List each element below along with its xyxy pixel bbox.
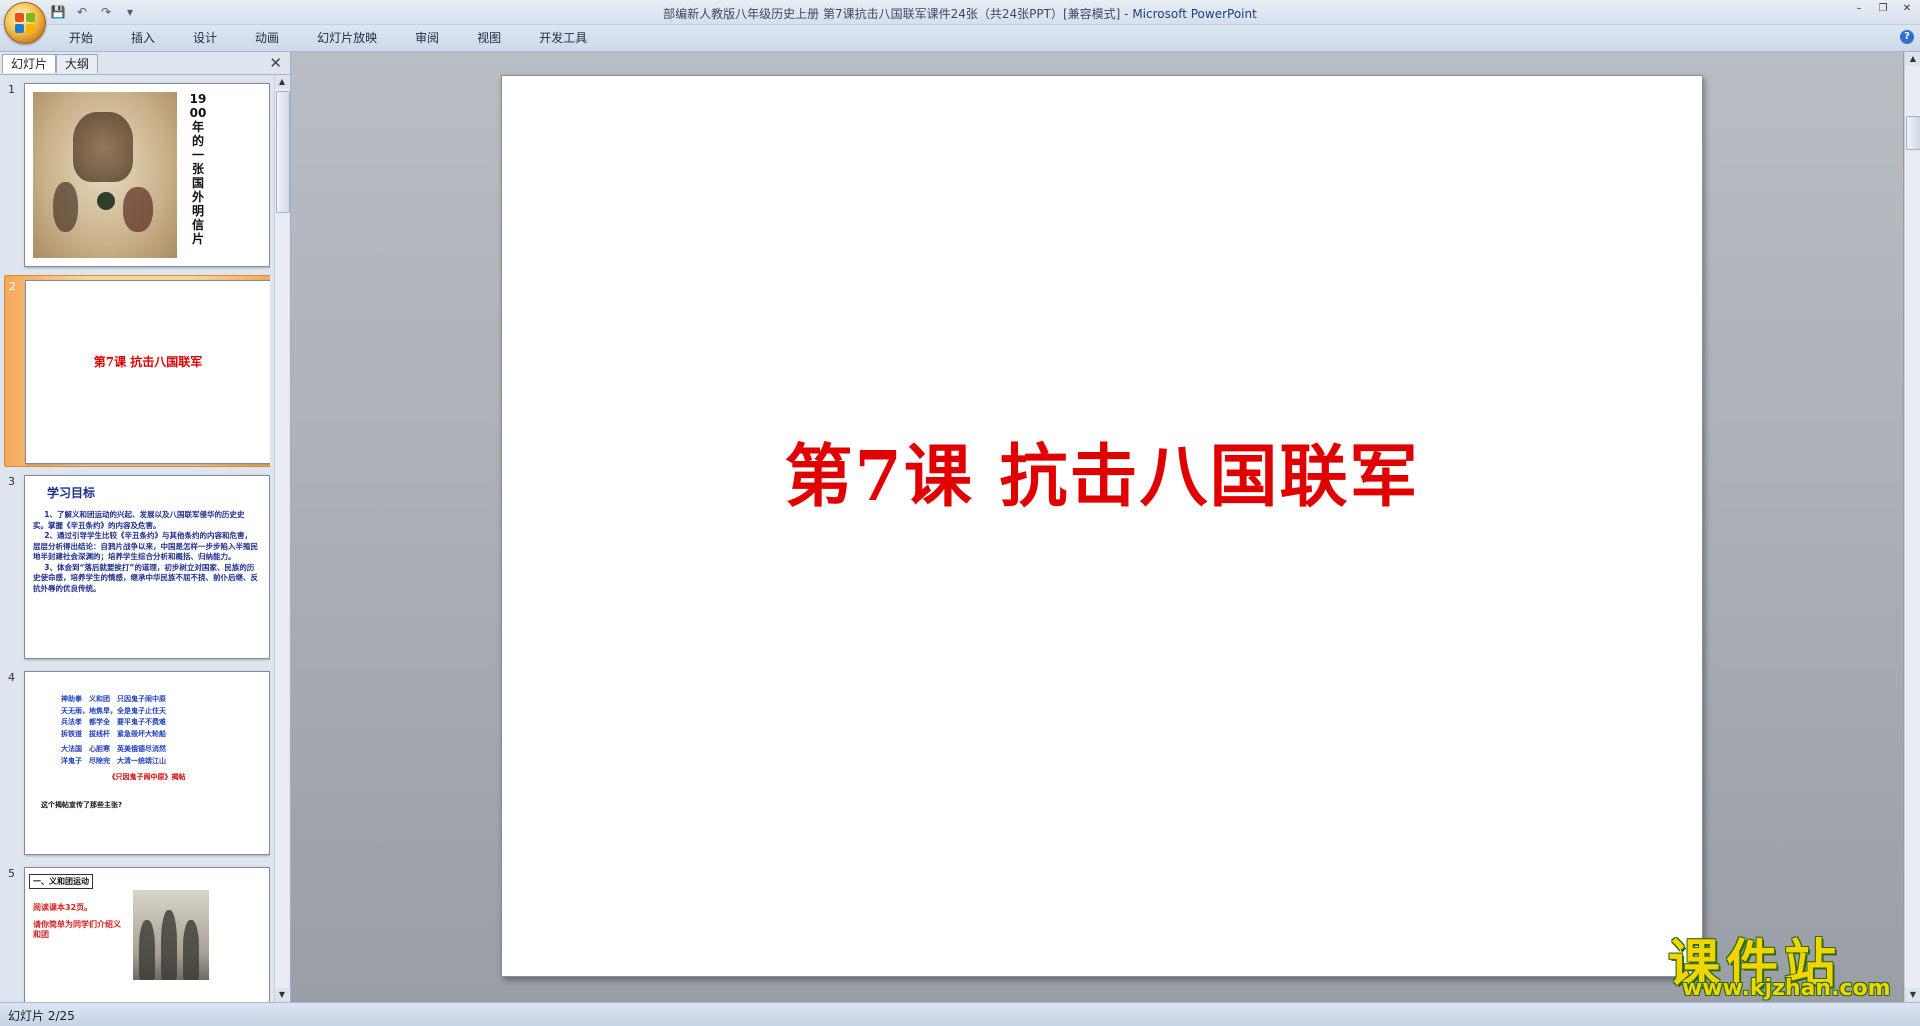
office-logo-icon	[15, 13, 35, 33]
tab-slideshow[interactable]: 幻灯片放映	[298, 30, 396, 46]
app-name: Microsoft PowerPoint	[1132, 7, 1257, 21]
slide-3-heading: 学习目标	[47, 486, 96, 500]
slide-4-poem: 神助拳 义和团 只因鬼子闹中原 天无雨，地焦旱，全是鬼子止住天 兵法孝 都学全 …	[61, 694, 201, 767]
slide-1-title: 1900年的一张国外明信片	[189, 92, 207, 246]
scroll-up-icon[interactable]: ▲	[275, 75, 289, 89]
tab-developer[interactable]: 开发工具	[520, 30, 606, 46]
poem-line: 神助拳 义和团 只因鬼子闹中原	[61, 695, 166, 703]
boxer-photo	[133, 890, 209, 980]
poem-line: 天无雨，地焦旱，全是鬼子止住天	[61, 706, 166, 715]
slide-2-title: 第7课 抗击八国联军	[93, 355, 203, 369]
slides-pane: 幻灯片 大纲 ✕ 1 1900年的一张国外明信片 2 第7课 抗击八国联军 3	[0, 52, 291, 1002]
slide-1-preview: 1900年的一张国外明信片	[24, 83, 270, 267]
objective-2: 2、通过引导学生比较《辛丑条约》与其他条约的内容和危害，层层分析得出结论：自鸦片…	[33, 531, 258, 561]
slide-3-body: 1、了解义和团运动的兴起、发展以及八国联军侵华的历史史实。掌握《辛丑条约》的内容…	[33, 510, 259, 594]
slide-5-line-1: 阅读课本32页。	[33, 903, 93, 912]
scroll-thumb[interactable]	[276, 91, 290, 213]
tab-slides[interactable]: 幻灯片	[2, 54, 57, 73]
thumbnail-number: 3	[8, 475, 15, 488]
close-button[interactable]: ✕	[1898, 2, 1916, 16]
tab-review[interactable]: 审阅	[396, 30, 458, 46]
tab-outline[interactable]: 大纲	[56, 54, 99, 73]
title-separator: -	[1120, 7, 1133, 21]
slide-4-caption: 《只因鬼子闹中原》揭帖	[108, 773, 186, 781]
ribbon-tab-bar: 开始 插入 设计 动画 幻灯片放映 审阅 视图 开发工具 ?	[0, 25, 1920, 52]
window-controls: – ❐ ✕	[1850, 2, 1916, 16]
slide-3-preview: 学习目标 1、了解义和团运动的兴起、发展以及八国联军侵华的历史史实。掌握《辛丑条…	[24, 475, 270, 659]
thumbnail-number: 4	[8, 671, 15, 684]
slide-5-line-2: 请你简单为同学们介绍义和团	[33, 920, 121, 939]
title-bar: 💾 ↶ ↷ ▾ 部编新人教版八年级历史上册 第7课抗击八国联军课件24张（共24…	[0, 0, 1920, 44]
tab-animations[interactable]: 动画	[236, 30, 298, 46]
watermark-url: www.kjzhan.com	[1682, 976, 1891, 1001]
office-button[interactable]	[4, 2, 46, 44]
poem-line: 大法国 心胆寒 英美俄德尽消然	[61, 745, 166, 753]
watermark-logo: 课件站 www.kjzhan.com	[1668, 922, 1908, 1002]
tab-view[interactable]: 视图	[458, 30, 520, 46]
status-bar: 幻灯片 2/25	[0, 1002, 1920, 1026]
slide-5-preview: 一、义和团运动 阅读课本32页。 请你简单为同学们介绍义和团	[24, 867, 270, 1002]
ribbon-tabs: 开始 插入 设计 动画 幻灯片放映 审阅 视图 开发工具	[50, 30, 606, 46]
thumbnail-scrollbar[interactable]: ▲ ▼	[274, 75, 290, 1002]
poem-line: 兵法孝 都学全 要平鬼子不费难	[61, 718, 166, 726]
objective-3: 3、体会到“落后就要挨打”的道理，初步树立对国家、民族的历史使命感，培养学生的情…	[33, 562, 258, 593]
thumbnail-slide-3[interactable]: 3 学习目标 1、了解义和团运动的兴起、发展以及八国联军侵华的历史史实。掌握《辛…	[4, 471, 270, 661]
slide-counter: 幻灯片 2/25	[8, 1009, 75, 1023]
help-icon[interactable]: ?	[1900, 30, 1914, 44]
tab-insert[interactable]: 插入	[112, 30, 174, 46]
thumbnail-number: 5	[8, 867, 15, 880]
minimize-button[interactable]: –	[1850, 2, 1868, 16]
slide-4-preview: 神助拳 义和团 只因鬼子闹中原 天无雨，地焦旱，全是鬼子止住天 兵法孝 都学全 …	[24, 671, 270, 855]
thumbnail-number: 1	[8, 83, 15, 96]
pane-close-icon[interactable]: ✕	[269, 54, 282, 72]
poem-line: 拆铁道 拔线杆 紧急毁坏大轮船	[61, 729, 166, 738]
slide-5-section-box: 一、义和团运动	[29, 874, 93, 889]
window-title: 部编新人教版八年级历史上册 第7课抗击八国联军课件24张（共24张PPT）[兼容…	[0, 5, 1920, 22]
pane-tabs: 幻灯片 大纲 ✕	[0, 52, 290, 75]
editor-scrollbar[interactable]: ▲ ▼	[1904, 52, 1920, 1002]
editor-scroll-up-icon[interactable]: ▲	[1905, 52, 1920, 66]
slide-4-question: 这个揭帖宣传了那些主张?	[41, 801, 123, 809]
poem-line: 洋鬼子 尽除完 大清一统靖江山	[61, 756, 166, 765]
thumbnail-number: 2	[9, 280, 16, 293]
postcard-image	[33, 92, 177, 258]
editor-scroll-thumb[interactable]	[1906, 116, 1920, 150]
tab-design[interactable]: 设计	[174, 30, 236, 46]
thumbnail-list: 1 1900年的一张国外明信片 2 第7课 抗击八国联军 3 学习目标 1、了解…	[0, 75, 270, 1002]
slide-title[interactable]: 第7课 抗击八国联军	[502, 421, 1702, 520]
thumbnail-slide-4[interactable]: 4 神助拳 义和团 只因鬼子闹中原 天无雨，地焦旱，全是鬼子止住天 兵法孝 都学…	[4, 667, 270, 857]
slide-2-preview: 第7课 抗击八国联军	[25, 280, 270, 464]
thumbnail-slide-2[interactable]: 2 第7课 抗击八国联军	[4, 275, 270, 467]
scroll-down-icon[interactable]: ▼	[275, 988, 289, 1002]
tab-home[interactable]: 开始	[50, 30, 112, 46]
current-slide[interactable]: 第7课 抗击八国联军	[501, 75, 1703, 977]
thumbnail-slide-5[interactable]: 5 一、义和团运动 阅读课本32页。 请你简单为同学们介绍义和团	[4, 863, 270, 1002]
objective-1: 1、了解义和团运动的兴起、发展以及八国联军侵华的历史史实。掌握《辛丑条约》的内容…	[33, 510, 245, 530]
document-title: 部编新人教版八年级历史上册 第7课抗击八国联军课件24张（共24张PPT）[兼容…	[663, 7, 1121, 21]
restore-button[interactable]: ❐	[1874, 2, 1892, 16]
thumbnail-slide-1[interactable]: 1 1900年的一张国外明信片	[4, 79, 270, 269]
slide-editor: 第7课 抗击八国联军	[291, 52, 1903, 1002]
